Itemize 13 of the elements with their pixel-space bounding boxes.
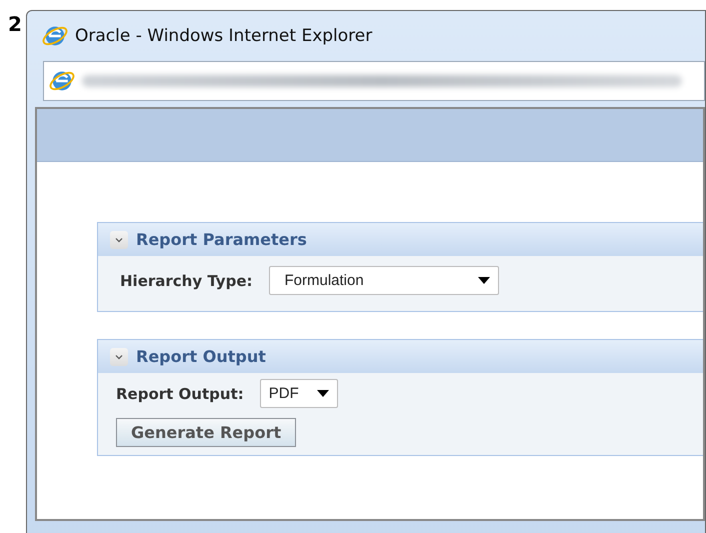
field-label: Report Output: bbox=[116, 384, 244, 402]
panel-title: Report Output bbox=[136, 347, 266, 366]
field-label: Hierarchy Type: bbox=[120, 272, 252, 290]
chevron-icon[interactable] bbox=[110, 348, 128, 366]
step-number: 2 bbox=[7, 11, 23, 38]
chevron-icon[interactable] bbox=[110, 230, 128, 248]
caret-icon bbox=[478, 277, 490, 284]
window-title: Oracle - Windows Internet Explorer bbox=[75, 26, 372, 46]
dropdown[interactable]: PDF bbox=[260, 379, 338, 408]
generate-report-button[interactable]: Generate Report bbox=[116, 418, 296, 447]
dropdown[interactable]: Formulation bbox=[268, 266, 498, 295]
caret-icon bbox=[316, 390, 329, 397]
panel-title: Report Parameters bbox=[136, 230, 307, 249]
